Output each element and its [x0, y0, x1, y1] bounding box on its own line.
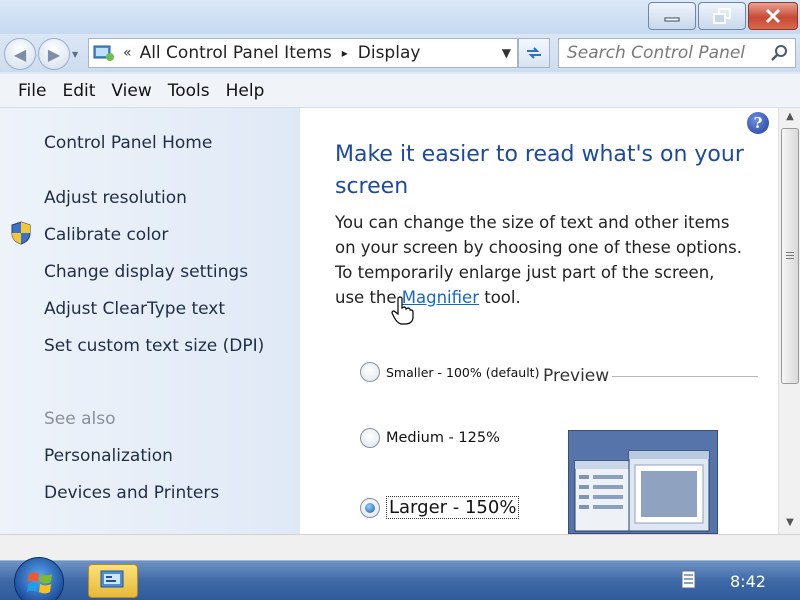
breadcrumb-display[interactable]: Display [358, 43, 421, 63]
preview-divider [612, 376, 758, 377]
restore-icon [713, 8, 731, 24]
start-button[interactable] [14, 557, 64, 600]
personalization-link[interactable]: Personalization [44, 446, 173, 466]
back-arrow-icon: ◀ [13, 44, 27, 64]
scroll-up-icon[interactable]: ▲ [779, 108, 800, 126]
option-medium-label[interactable]: Medium - 125% [386, 430, 500, 446]
menu-bar: File Edit View Tools Help [0, 74, 800, 108]
restore-button[interactable] [698, 2, 746, 30]
action-center-icon[interactable] [680, 570, 698, 592]
control-panel-icon [100, 570, 124, 588]
adjust-cleartype-link[interactable]: Adjust ClearType text [44, 299, 225, 319]
task-pane: Control Panel Home Adjust resolution Cal… [0, 108, 300, 534]
minimize-button[interactable] [648, 2, 696, 30]
status-bar [0, 534, 800, 560]
menu-edit[interactable]: Edit [54, 81, 103, 101]
option-medium[interactable]: Medium - 125% [360, 428, 500, 448]
grip-line [786, 252, 794, 253]
forward-button[interactable]: ▶ [38, 38, 70, 70]
address-dropdown-icon[interactable]: ▼ [502, 46, 511, 60]
history-dropdown-icon[interactable]: ▼ [72, 50, 78, 59]
back-button[interactable]: ◀ [4, 38, 36, 70]
page-title: Make it easier to read what's on your sc… [335, 142, 744, 199]
uac-shield-icon [11, 221, 31, 245]
scroll-down-icon[interactable]: ▼ [779, 514, 800, 532]
radio-larger[interactable] [360, 497, 380, 518]
content-pane: ? Make it easier to read what's on your … [300, 108, 778, 534]
adjust-resolution-link[interactable]: Adjust resolution [44, 188, 187, 208]
vertical-scrollbar[interactable]: ▲ ▼ [778, 108, 800, 534]
grip-line [786, 258, 794, 259]
title-bar [0, 0, 800, 34]
clock[interactable]: 8:42 [730, 572, 766, 591]
navigation-bar: ◀ ▶ ▼ « All Control Panel Items ▸ Displa… [0, 34, 800, 72]
close-button[interactable] [748, 2, 798, 30]
change-display-settings-link[interactable]: Change display settings [44, 262, 248, 282]
menu-tools[interactable]: Tools [160, 81, 218, 101]
option-larger-label[interactable]: Larger - 150% [386, 496, 520, 519]
minimize-icon [664, 17, 680, 22]
calibrate-color-link[interactable]: Calibrate color [44, 225, 168, 245]
menu-view[interactable]: View [103, 81, 159, 101]
breadcrumb-overflow[interactable]: « [123, 45, 132, 61]
grip-line [786, 255, 794, 256]
control-panel-icon [93, 45, 114, 61]
preview-desktop-icon [569, 431, 717, 533]
menu-help[interactable]: Help [218, 81, 273, 101]
address-bar[interactable]: « All Control Panel Items ▸ Display ▼ [88, 38, 518, 68]
option-smaller-label[interactable]: Smaller - 100% (default) [386, 365, 539, 380]
description-text-end: tool. [478, 288, 521, 307]
windows-logo-icon [27, 572, 52, 594]
description: You can change the size of text and othe… [335, 210, 745, 310]
close-icon [765, 8, 781, 24]
control-panel-home-link[interactable]: Control Panel Home [44, 133, 212, 153]
preview-image [568, 430, 718, 534]
hand-cursor-icon [391, 296, 414, 325]
radio-medium[interactable] [360, 428, 380, 448]
option-larger[interactable]: Larger - 150% [360, 496, 520, 519]
refresh-icon [527, 47, 541, 59]
option-smaller[interactable]: Smaller - 100% (default) [360, 362, 539, 382]
devices-printers-link[interactable]: Devices and Printers [44, 483, 219, 503]
preview-label: Preview [543, 366, 610, 386]
see-also-heading: See also [44, 409, 116, 429]
breadcrumb-all-items[interactable]: All Control Panel Items [140, 43, 332, 63]
search-input[interactable] [567, 39, 767, 67]
taskbar: 8:42 [0, 557, 800, 600]
description-text: You can change the size of text and othe… [335, 213, 742, 307]
scroll-thumb[interactable] [781, 128, 799, 384]
taskbar-control-panel-button[interactable] [88, 564, 138, 598]
menu-file[interactable]: File [10, 81, 54, 101]
custom-text-size-link[interactable]: Set custom text size (DPI) [44, 336, 264, 356]
search-icon[interactable] [769, 43, 789, 63]
forward-arrow-icon: ▶ [47, 44, 61, 64]
radio-smaller[interactable] [360, 362, 380, 382]
help-icon[interactable]: ? [747, 112, 769, 134]
search-box[interactable] [558, 38, 796, 68]
breadcrumb-arrow-icon[interactable]: ▸ [342, 46, 348, 60]
refresh-button[interactable] [518, 38, 550, 68]
